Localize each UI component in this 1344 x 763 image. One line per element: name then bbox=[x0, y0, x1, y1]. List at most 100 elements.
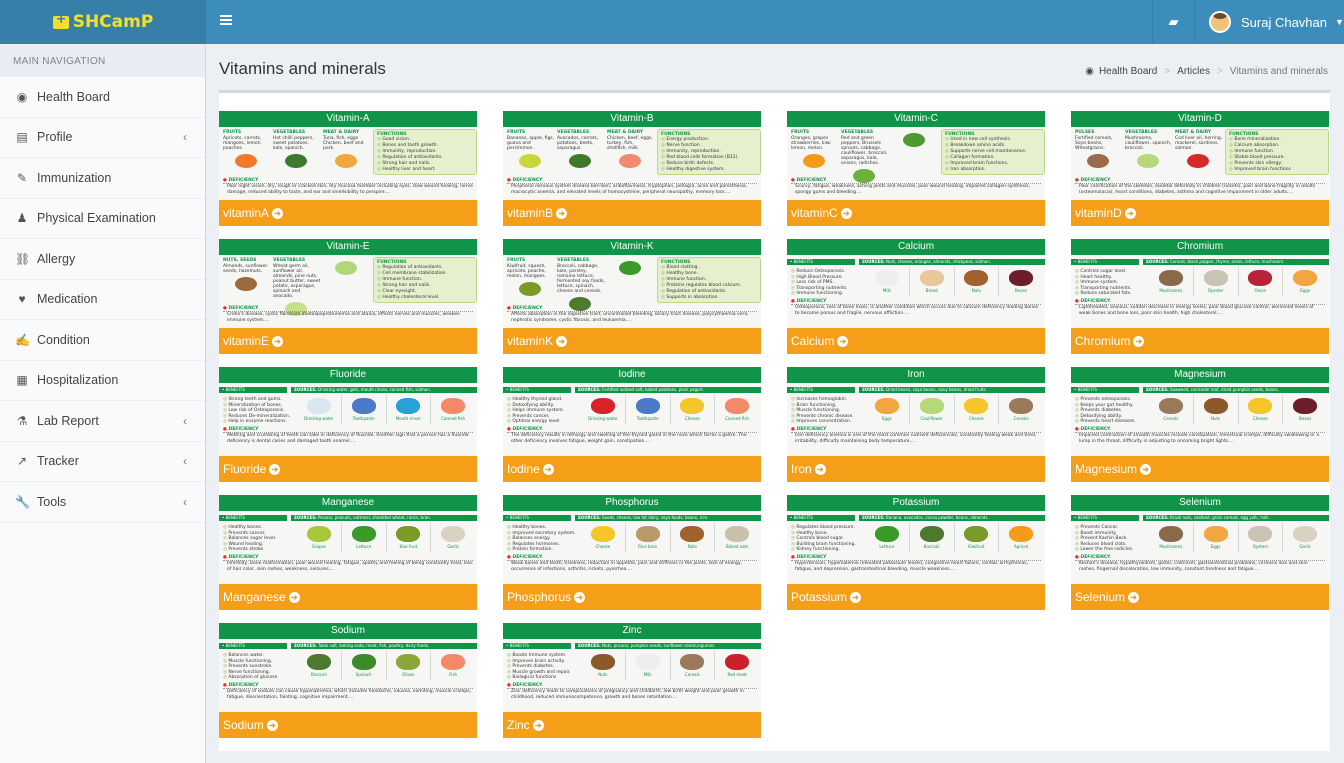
sidebar-item-lab-report[interactable]: ⚗ Lab Report ‹ bbox=[0, 401, 205, 442]
user-menu[interactable]: Suraj Chavhan ▼ bbox=[1194, 0, 1344, 44]
food-image bbox=[1009, 398, 1034, 414]
card-title: Vitamin-A bbox=[219, 111, 477, 127]
source-item: Mouth rinser bbox=[387, 395, 432, 425]
food-image bbox=[1248, 270, 1273, 286]
benefits-list: Healthy bones.Improved excretory system.… bbox=[507, 525, 577, 553]
article-card-vitamin-c[interactable]: Vitamin-C FRUITS Oranges, grapes strawberr… bbox=[787, 111, 1045, 226]
breadcrumb-articles[interactable]: Articles bbox=[1177, 66, 1210, 77]
read-more-link[interactable]: Phosphorus ➜ bbox=[503, 584, 761, 610]
article-card-fluoride[interactable]: Fluoride • BENEFITS SOURCES: Drinking wate… bbox=[219, 367, 477, 482]
food-image bbox=[235, 277, 257, 291]
sidebar-item-hospitalization[interactable]: ▦ Hospitalization bbox=[0, 361, 205, 401]
food-image bbox=[1248, 526, 1273, 542]
heartbeat-icon: ♥ bbox=[18, 292, 26, 307]
source-item: Baked oats bbox=[715, 523, 759, 553]
read-more-link[interactable]: Manganese ➜ bbox=[219, 584, 477, 610]
arrow-circle-right-icon: ➜ bbox=[850, 591, 862, 603]
chevron-left-icon: ‹ bbox=[183, 130, 187, 145]
read-more-link[interactable]: vitaminE ➜ bbox=[219, 328, 477, 354]
functions-box: FUNCTIONSEnergy production.Nerve functio… bbox=[657, 129, 761, 175]
breadcrumb-health-board[interactable]: Health Board bbox=[1099, 66, 1157, 77]
article-card-selenium[interactable]: Selenium • BENEFITS SOURCES: Brazil nuts, … bbox=[1071, 495, 1329, 610]
benefits-list: Reduce Osteoporosis.High Blood Pressure.… bbox=[791, 269, 861, 297]
deficiency-text: Iron deficiency anemia is one of the mos… bbox=[795, 433, 1037, 444]
source-item: Drinking water bbox=[297, 395, 342, 425]
food-image bbox=[874, 270, 899, 286]
card-title: Selenium bbox=[1071, 495, 1329, 511]
read-more-link[interactable]: Zinc ➜ bbox=[503, 712, 761, 738]
read-more-link[interactable]: Chromium ➜ bbox=[1071, 328, 1329, 354]
sidebar-item-allergy[interactable]: ⛓ Allergy bbox=[0, 239, 205, 280]
arrow-circle-right-icon: ➜ bbox=[1133, 335, 1145, 347]
sources-bar: SOURCES: Seaweed, coriander leaf, dried … bbox=[1143, 387, 1329, 393]
deficiency-text: Osteoporosis, loss of bone mass, is anot… bbox=[795, 305, 1039, 316]
food-image bbox=[919, 526, 944, 542]
read-more-link[interactable]: vitaminA ➜ bbox=[219, 200, 477, 226]
sidebar-item-condition[interactable]: ✍ Condition bbox=[0, 320, 205, 361]
article-card-phosphorus[interactable]: Phosphorus • BENEFITS SOURCES: Seeds, chee… bbox=[503, 495, 761, 610]
food-group: VEGETABLES Mushrooms, cauliflower, spanic… bbox=[1125, 130, 1173, 168]
read-more-link[interactable]: vitaminC ➜ bbox=[787, 200, 1045, 226]
articles-book-button[interactable]: ▰ bbox=[1152, 0, 1194, 44]
article-card-vitamin-e[interactable]: Vitamin-E NUTS, SEEDS Almonds, sunflower s… bbox=[219, 239, 477, 354]
deficiency-text: Keshan's disease, hypothyroidism, goiter… bbox=[1079, 561, 1308, 572]
read-more-link[interactable]: Fluoride ➜ bbox=[219, 456, 477, 482]
article-card-chromium[interactable]: Chromium • BENEFITS SOURCES: Cereals, blac… bbox=[1071, 239, 1329, 354]
read-more-link[interactable]: Selenium ➜ bbox=[1071, 584, 1329, 610]
read-more-link[interactable]: Potassium ➜ bbox=[787, 584, 1045, 610]
article-card-vitamin-b[interactable]: Vitamin-B FRUITS Bananas, apple, figs, gua… bbox=[503, 111, 761, 226]
read-more-link[interactable]: vitaminK ➜ bbox=[503, 328, 761, 354]
sidebar-item-medication[interactable]: ♥ Medication bbox=[0, 280, 205, 320]
read-more-link[interactable]: Calcium ➜ bbox=[787, 328, 1045, 354]
read-more-link[interactable]: Sodium ➜ bbox=[219, 712, 477, 738]
card-title: Phosphorus bbox=[503, 495, 761, 511]
read-more-link[interactable]: Magnesium ➜ bbox=[1071, 456, 1329, 482]
article-card-magnesium[interactable]: Magnesium • BENEFITS SOURCES: Seaweed, cor… bbox=[1071, 367, 1329, 482]
article-card-manganese[interactable]: Manganese • BENEFITS SOURCES: Pecans, pean… bbox=[219, 495, 477, 610]
article-card-vitamin-a[interactable]: Vitamin-A FRUITS Apricots, carrots, mangoe… bbox=[219, 111, 477, 226]
sidebar: MAIN NAVIGATION ◉ Health Board ▤ Profile ‹ ✎ I… bbox=[0, 44, 206, 763]
article-card-iodine[interactable]: Iodine • BENEFITS SOURCES: Fortified iodiz… bbox=[503, 367, 761, 482]
app-logo[interactable]: SHCamP bbox=[0, 0, 206, 44]
arrow-circle-right-icon: ➜ bbox=[266, 719, 278, 731]
article-card-potassium[interactable]: Potassium • BENEFITS SOURCES: Banana, avoc… bbox=[787, 495, 1045, 610]
source-item: Lettuce bbox=[865, 523, 910, 553]
source-item: Oysters bbox=[1239, 523, 1284, 553]
arrow-circle-right-icon: ➜ bbox=[1140, 463, 1152, 475]
infographic: • BENEFITS SOURCES: Dried beans, soya bea… bbox=[787, 383, 1045, 456]
eyedropper-icon: ✎ bbox=[16, 170, 28, 185]
sidebar-item-tracker[interactable]: ↗ Tracker ‹ bbox=[0, 442, 205, 482]
article-card-iron[interactable]: Iron • BENEFITS SOURCES: Dried beans, soya… bbox=[787, 367, 1045, 482]
sidebar-item-physical-examination[interactable]: ♟ Physical Examination bbox=[0, 199, 205, 239]
read-more-link[interactable]: Iodine ➜ bbox=[503, 456, 761, 482]
food-group: PULSES Fortified cereals, Soya beans, Whe… bbox=[1075, 130, 1123, 168]
food-image bbox=[441, 526, 466, 542]
article-card-zinc[interactable]: Zinc • BENEFITS SOURCES: Nuts, pecans, pum… bbox=[503, 623, 761, 738]
food-group: MEAT & DAIRY Cod liver oil, herring, mack… bbox=[1175, 130, 1223, 168]
sidebar-item-health-board[interactable]: ◉ Health Board bbox=[0, 77, 205, 118]
article-card-vitamin-d[interactable]: Vitamin-D PULSES Fortified cereals, Soya b… bbox=[1071, 111, 1329, 226]
sidebar-item-immunization[interactable]: ✎ Immunization bbox=[0, 158, 205, 199]
article-card-calcium[interactable]: Calcium • BENEFITS SOURCES: Nuts, cheese, … bbox=[787, 239, 1045, 354]
card-title: Vitamin-E bbox=[219, 239, 477, 255]
card-title: Iodine bbox=[503, 367, 761, 383]
source-images: Milk Bread Nuts Beans bbox=[865, 267, 1043, 297]
sidebar-item-tools[interactable]: 🔧 Tools ‹ bbox=[0, 482, 205, 523]
read-more-link[interactable]: Iron ➜ bbox=[787, 456, 1045, 482]
benefits-list: Prevents osteoporosis.Keeps your gut hea… bbox=[1075, 397, 1145, 425]
article-card-vitamin-k[interactable]: Vitamin-K FRUITS Kiwifruit, squash, aprico… bbox=[503, 239, 761, 354]
food-image bbox=[396, 398, 421, 414]
benefits-list: Controls sugar level.Heart healthy.Immun… bbox=[1075, 269, 1145, 297]
sidebar-item-profile[interactable]: ▤ Profile ‹ bbox=[0, 118, 205, 158]
food-image bbox=[590, 398, 615, 414]
read-more-link[interactable]: vitaminB ➜ bbox=[503, 200, 761, 226]
read-more-link[interactable]: vitaminD ➜ bbox=[1071, 200, 1329, 226]
article-card-sodium[interactable]: Sodium • BENEFITS SOURCES: Table salt, bak… bbox=[219, 623, 477, 738]
source-images: Mushrooms Oyester Onion Eggs bbox=[1149, 267, 1327, 297]
food-image bbox=[1248, 398, 1273, 414]
arrow-circle-right-icon: ➜ bbox=[542, 463, 554, 475]
food-image bbox=[1203, 398, 1228, 414]
infographic: • BENEFITS SOURCES: Cereals, black pepper… bbox=[1071, 255, 1329, 328]
sidebar-toggle-icon[interactable] bbox=[220, 15, 232, 17]
breadcrumb-current: Vitamins and minerals bbox=[1229, 66, 1328, 77]
